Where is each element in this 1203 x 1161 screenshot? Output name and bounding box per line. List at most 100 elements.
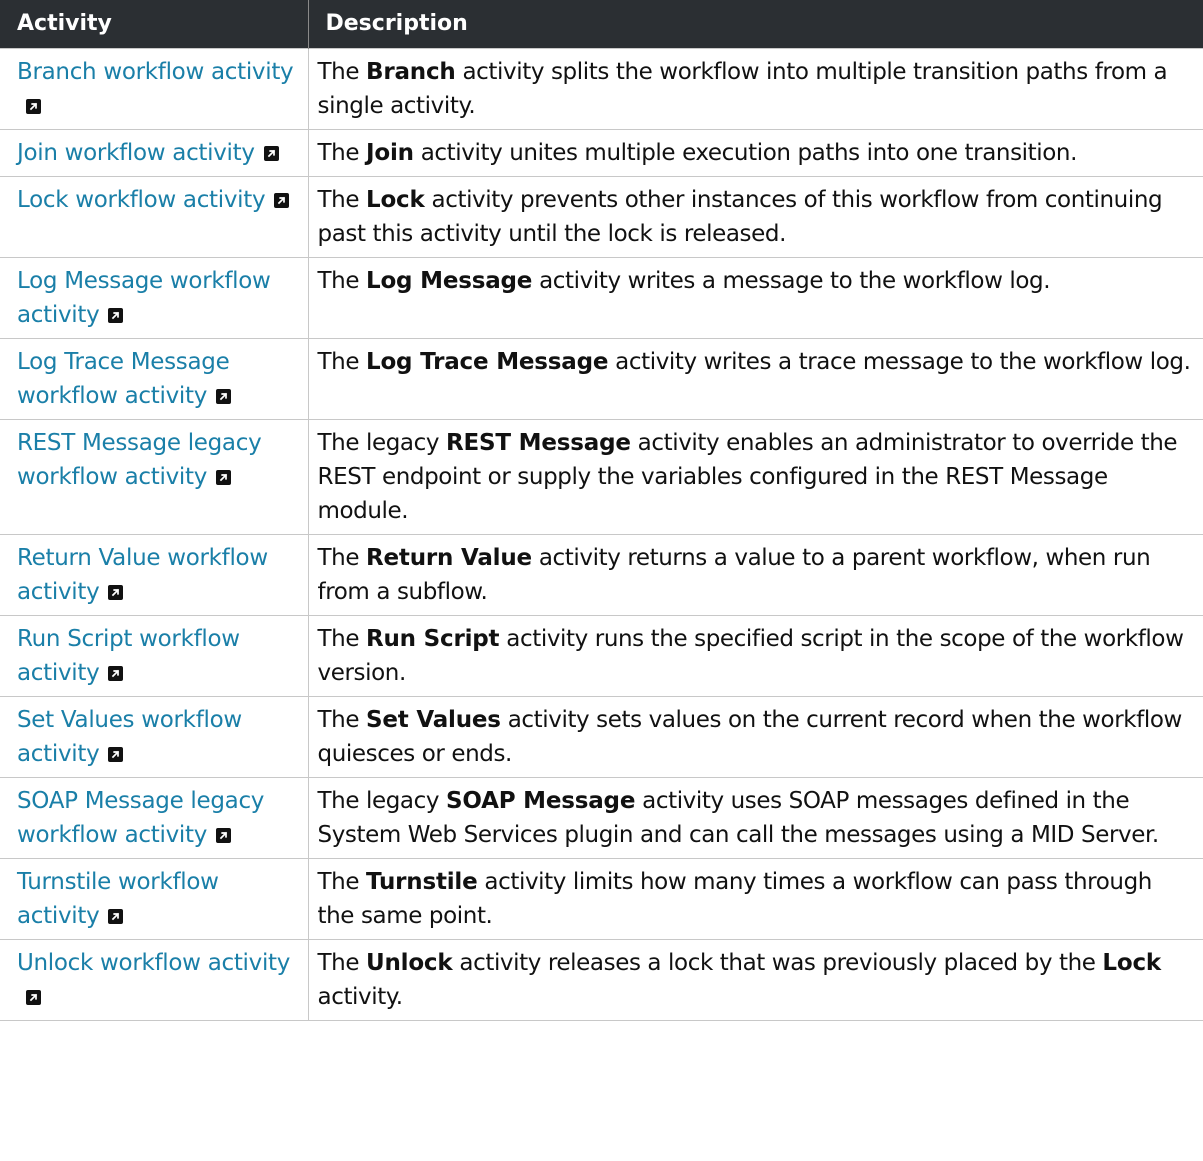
activity-link-label: Branch workflow activity <box>17 59 294 85</box>
table-row: Branch workflow activity The Branch activ… <box>0 48 1203 130</box>
activity-link[interactable]: Turnstile workflow activity <box>17 869 219 929</box>
description-cell: The Return Value activity returns a valu… <box>307 534 1203 616</box>
table-row: Turnstile workflow activity The Turnstile… <box>0 858 1203 940</box>
description-text: activity prevents other instances of thi… <box>317 187 1163 247</box>
activity-link-label: Unlock workflow activity <box>17 950 291 976</box>
activity-name-bold: Log Trace Message <box>366 349 609 375</box>
activity-cell: Log Message workflow activity <box>0 257 309 339</box>
activity-name-bold: Unlock <box>366 950 453 976</box>
external-link-icon[interactable] <box>108 585 124 600</box>
table-row: Join workflow activity The Join activity … <box>0 129 1203 177</box>
external-link-icon[interactable] <box>274 193 290 208</box>
description-cell: The Turnstile activity limits how many t… <box>307 858 1203 940</box>
workflow-activities-table: Activity Description Branch workflow act… <box>0 0 1203 1021</box>
activity-link[interactable]: Log Trace Message workflow activity <box>17 349 232 409</box>
activity-link-label: Return Value workflow activity <box>17 545 268 605</box>
table-row: Run Script workflow activity The Run Scri… <box>0 615 1203 697</box>
activity-cell: Unlock workflow activity <box>0 939 309 1021</box>
table-row: Set Values workflow activity The Set Valu… <box>0 696 1203 778</box>
external-link-icon[interactable] <box>26 990 41 1005</box>
external-link-icon[interactable] <box>108 747 124 762</box>
description-text: The <box>317 869 366 895</box>
external-link-icon[interactable] <box>26 99 41 114</box>
activity-name-bold: Set Values <box>366 707 501 733</box>
external-link-icon[interactable] <box>108 909 124 924</box>
description-text: The <box>317 268 366 294</box>
description-text: The <box>317 707 366 733</box>
activity-name-bold: Branch <box>366 59 456 85</box>
table-header: Activity Description <box>0 0 1203 49</box>
column-header-description: Description <box>308 0 1203 49</box>
description-cell: The legacy SOAP Message activity uses SO… <box>307 777 1203 859</box>
description-text: activity writes a message to the workflo… <box>532 268 1051 294</box>
table-row: Lock workflow activity The Lock activity … <box>0 176 1203 258</box>
activity-name-bold: Run Script <box>366 626 500 652</box>
activity-name-bold: REST Message <box>446 430 631 456</box>
activity-name-bold: Join <box>366 140 414 166</box>
activity-cell: Join workflow activity <box>0 129 309 177</box>
activity-link[interactable]: SOAP Message legacy workflow activity <box>17 788 264 848</box>
activity-link[interactable]: Log Message workflow activity <box>17 268 271 328</box>
description-text: activity writes a trace message to the w… <box>608 349 1191 375</box>
activity-cell: REST Message legacy workflow activity <box>0 419 309 535</box>
description-cell: The Unlock activity releases a lock that… <box>307 939 1203 1021</box>
activity-link[interactable]: REST Message legacy workflow activity <box>17 430 262 490</box>
description-text: The <box>317 140 366 166</box>
activity-link-label: Lock workflow activity <box>17 187 266 213</box>
description-cell: The Set Values activity sets values on t… <box>307 696 1203 778</box>
activity-name-bold: SOAP Message <box>446 788 636 814</box>
description-text: The <box>317 626 366 652</box>
activity-name-bold: Log Message <box>366 268 533 294</box>
activity-cell: Set Values workflow activity <box>0 696 309 778</box>
activity-cell: Lock workflow activity <box>0 176 309 258</box>
description-text: activity releases a lock that was previo… <box>452 950 1103 976</box>
external-link-icon[interactable] <box>216 828 232 843</box>
activity-link-label: Log Message workflow activity <box>17 268 271 328</box>
description-cell: The Log Trace Message activity writes a … <box>307 338 1203 420</box>
description-text: The <box>317 545 366 571</box>
activity-name-bold: Lock <box>366 187 425 213</box>
description-text: The legacy <box>317 430 446 456</box>
activity-link-label: Set Values workflow activity <box>17 707 242 767</box>
external-link-icon[interactable] <box>216 389 232 404</box>
description-text: The <box>317 349 366 375</box>
activity-link[interactable]: Unlock workflow activity <box>17 950 290 1010</box>
table-row: Log Trace Message workflow activity The L… <box>0 338 1203 420</box>
activity-cell: Return Value workflow activity <box>0 534 309 616</box>
external-link-icon[interactable] <box>108 666 124 681</box>
table-row: Unlock workflow activity The Unlock activ… <box>0 939 1203 1021</box>
table-row: Return Value workflow activity The Return… <box>0 534 1203 616</box>
description-cell: The Log Message activity writes a messag… <box>307 257 1203 339</box>
header-row: Activity Description <box>0 0 1203 49</box>
activity-link[interactable]: Branch workflow activity <box>17 59 294 119</box>
description-text: activity. <box>317 984 404 1010</box>
activity-name-bold: Lock <box>1102 950 1162 976</box>
description-cell: The Branch activity splits the workflow … <box>307 48 1203 130</box>
description-text: The legacy <box>317 788 446 814</box>
activity-link-label: Log Trace Message workflow activity <box>17 349 230 409</box>
table-body: Branch workflow activity The Branch activ… <box>0 48 1203 1021</box>
description-text: The <box>317 950 366 976</box>
activity-link[interactable]: Join workflow activity <box>17 140 279 166</box>
column-header-activity: Activity <box>0 0 309 49</box>
activity-link[interactable]: Lock workflow activity <box>17 187 290 213</box>
table-row: REST Message legacy workflow activity The… <box>0 419 1203 535</box>
activity-name-bold: Turnstile <box>366 869 478 895</box>
table-row: Log Message workflow activity The Log Mes… <box>0 257 1203 339</box>
activity-link[interactable]: Run Script workflow activity <box>17 626 240 686</box>
activity-cell: Turnstile workflow activity <box>0 858 309 940</box>
activity-cell: Run Script workflow activity <box>0 615 309 697</box>
activity-link-label: Run Script workflow activity <box>17 626 240 686</box>
activity-link[interactable]: Set Values workflow activity <box>17 707 242 767</box>
description-cell: The Run Script activity runs the specifi… <box>307 615 1203 697</box>
activity-cell: SOAP Message legacy workflow activity <box>0 777 309 859</box>
description-text: The <box>317 59 366 85</box>
external-link-icon[interactable] <box>216 470 232 485</box>
table-row: SOAP Message legacy workflow activity The… <box>0 777 1203 859</box>
external-link-icon[interactable] <box>108 308 124 323</box>
activity-cell: Branch workflow activity <box>0 48 309 130</box>
activity-name-bold: Return Value <box>366 545 532 571</box>
external-link-icon[interactable] <box>263 146 279 161</box>
activity-cell: Log Trace Message workflow activity <box>0 338 309 420</box>
activity-link[interactable]: Return Value workflow activity <box>17 545 268 605</box>
